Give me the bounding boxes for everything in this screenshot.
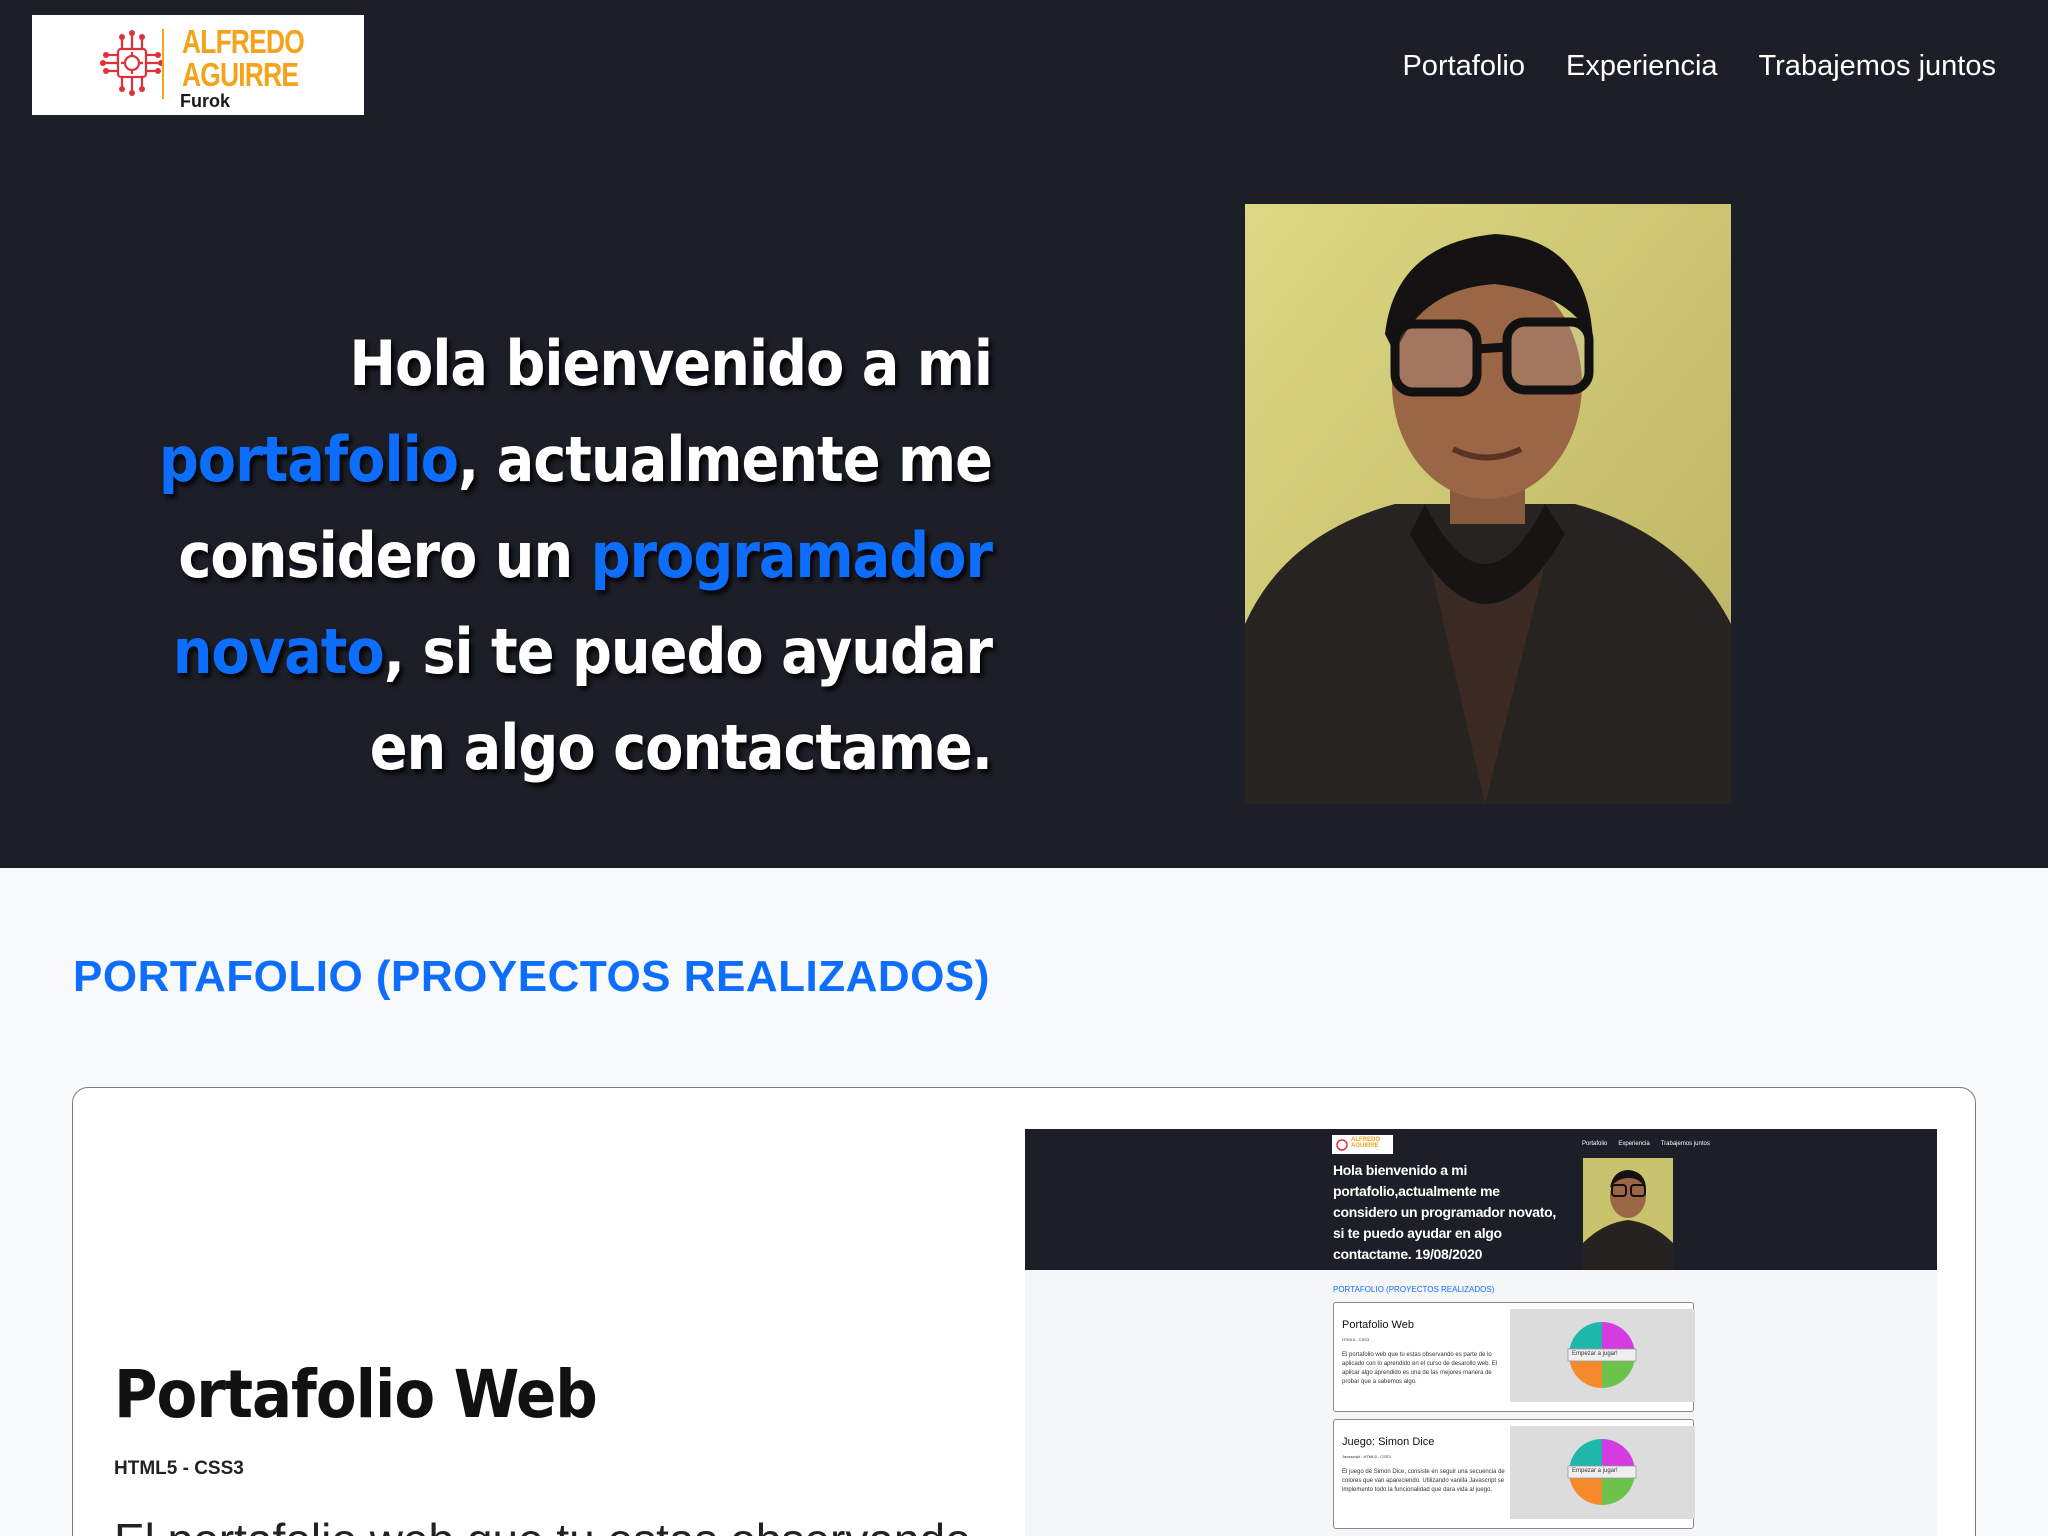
preview-card-tags: HTML5 - CSS3	[1342, 1337, 1370, 1342]
main-nav: Portafolio Experiencia Trabajemos juntos	[1402, 50, 1996, 83]
preview-nav: Portafolio Experiencia Trabajemos juntos	[1582, 1141, 1710, 1147]
preview-play-button: Empezar a jugar!	[1572, 1468, 1618, 1474]
circuit-brain-icon	[100, 29, 164, 99]
preview-play-button: Empezar a jugar!	[1572, 1351, 1618, 1357]
logo-name: ALFREDO AGUIRRE	[182, 23, 305, 93]
logo-subtitle: Furok	[180, 91, 231, 111]
profile-photo	[1245, 204, 1731, 804]
preview-nav-experiencia: Experiencia	[1618, 1141, 1650, 1147]
project-screenshot[interactable]: ALFREDO AGUIRRE Portafolio Experiencia T…	[1025, 1129, 1937, 1536]
hero-text-part1: Hola bienvenido a mi	[349, 327, 993, 400]
preview-photo	[1583, 1158, 1673, 1270]
preview-nav-portafolio: Portafolio	[1582, 1141, 1608, 1147]
preview-header: ALFREDO AGUIRRE Portafolio Experiencia T…	[1025, 1129, 1937, 1270]
preview-card: Portafolio Web HTML5 - CSS3 El portafoli…	[1333, 1302, 1695, 1412]
preview-section-title: PORTAFOLIO (PROYECTOS REALIZADOS)	[1333, 1285, 1495, 1294]
preview-card-title: Portafolio Web	[1342, 1319, 1414, 1331]
preview-game-thumbnail: Empezar a jugar!	[1510, 1309, 1695, 1402]
project-card: Portafolio Web HTML5 - CSS3 El portafoli…	[72, 1087, 1976, 1536]
preview-card-desc: El juego de Simon Dice, consiste en segu…	[1342, 1469, 1505, 1493]
hero-text-part3: , si te puedo ayudar en algo contactame.	[369, 615, 993, 784]
preview-card-title: Juego: Simon Dice	[1342, 1436, 1435, 1448]
preview-hero-text: Hola bienvenido a mi portafolio,actualme…	[1333, 1162, 1556, 1262]
logo-name-line2: AGUIRRE	[182, 56, 299, 93]
hero-accent-portafolio: portafolio	[158, 423, 459, 496]
project-tags: HTML5 - CSS3	[114, 1458, 244, 1479]
hero-heading: Hola bienvenido a mi portafolio, actualm…	[110, 316, 993, 796]
nav-link-portafolio[interactable]: Portafolio	[1402, 50, 1525, 83]
preview-logo-text: ALFREDO AGUIRRE	[1351, 1137, 1380, 1149]
nav-link-experiencia[interactable]: Experiencia	[1566, 50, 1718, 83]
nav-link-trabajemos-juntos[interactable]: Trabajemos juntos	[1759, 50, 1996, 83]
preview-card-desc: El portafolio web que tu estas observand…	[1342, 1352, 1498, 1385]
preview-game-thumbnail: Empezar a jugar!	[1510, 1426, 1695, 1519]
preview-card: Juego: Simon Dice Javascript - HTML5 - C…	[1333, 1419, 1695, 1529]
project-description: El portafolio web que tu estas observand…	[114, 1513, 971, 1536]
preview-logo: ALFREDO AGUIRRE	[1332, 1135, 1393, 1154]
portfolio-section-title: PORTAFOLIO (PROYECTOS REALIZADOS)	[73, 952, 990, 1001]
preview-logo-icon	[1336, 1139, 1348, 1151]
project-title: Portafolio Web	[114, 1356, 598, 1433]
logo-name-line1: ALFREDO	[182, 23, 305, 60]
preview-nav-trabajemos: Trabajemos juntos	[1660, 1141, 1710, 1147]
site-logo[interactable]: ALFREDO AGUIRRE Furok	[32, 15, 364, 115]
site-header: ALFREDO AGUIRRE Furok Portafolio Experie…	[0, 0, 2048, 868]
preview-card-tags: Javascript - HTML5 - CSS3	[1342, 1454, 1391, 1459]
